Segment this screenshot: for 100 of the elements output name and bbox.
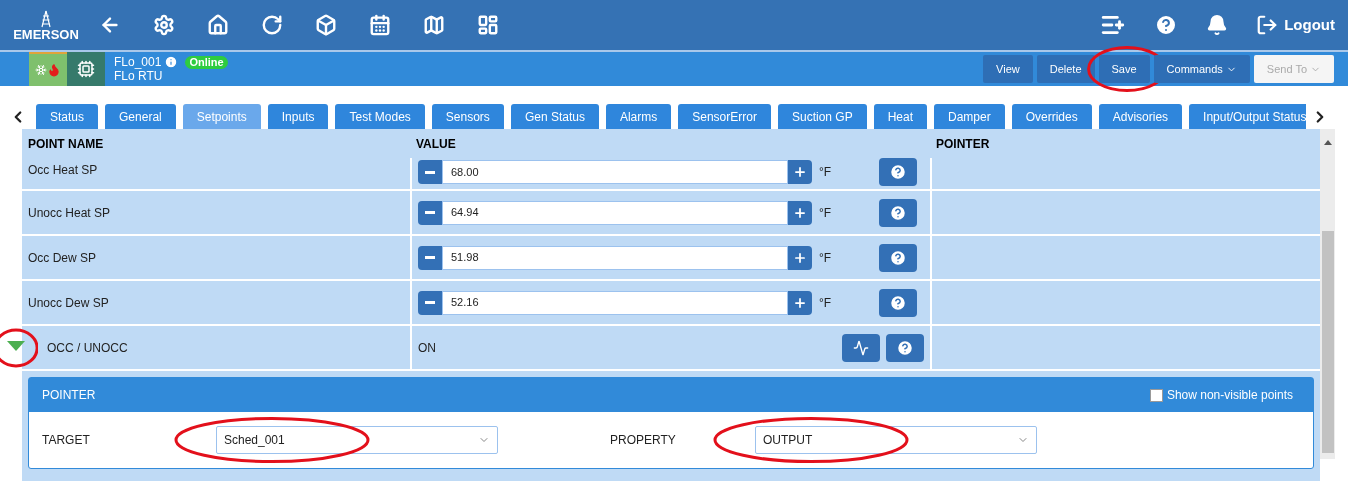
chip-icon (77, 60, 95, 78)
point-name: Unocc Dew SP (28, 294, 109, 312)
logo-mark-icon (39, 9, 53, 28)
cube-button[interactable] (314, 13, 338, 37)
increment-button[interactable] (788, 290, 812, 315)
tab[interactable]: Setpoints (182, 104, 261, 129)
minus-icon (425, 170, 435, 174)
help-button[interactable] (879, 288, 917, 317)
logout-icon (1256, 14, 1279, 36)
help-icon (889, 248, 907, 267)
logo: EMERSON (13, 27, 79, 41)
plus-icon (793, 165, 807, 179)
value-field[interactable]: 68.00 (442, 160, 788, 184)
plus-icon (793, 250, 807, 265)
minus-icon (425, 256, 435, 259)
help-button[interactable] (886, 333, 924, 362)
point-value: ON (418, 339, 436, 357)
device-name: FLo_001 (114, 55, 162, 69)
calendar-button[interactable] (368, 13, 392, 37)
settings-icon (153, 14, 175, 36)
minus-icon (425, 211, 435, 214)
refresh-icon (261, 14, 283, 36)
home-icon (207, 14, 229, 36)
point-name: Occ Dew SP (28, 249, 96, 267)
tab[interactable]: Status (36, 104, 99, 129)
action-button[interactable]: View (983, 55, 1033, 83)
tab[interactable]: Sensors (431, 104, 504, 129)
point-name: Occ Heat SP (28, 162, 98, 179)
device-type: FLo RTU (114, 69, 164, 83)
dashboard-icon (477, 14, 499, 36)
logout-button[interactable]: Logout (1256, 13, 1335, 37)
increment-button[interactable] (788, 200, 812, 225)
calendar-icon (369, 14, 391, 36)
help-button[interactable] (879, 243, 917, 272)
info-icon (164, 55, 179, 69)
scrollbar-thumb[interactable] (1321, 231, 1334, 453)
tab[interactable]: Input/Output Status (1189, 104, 1306, 129)
point-name: Unocc Heat SP (28, 204, 111, 222)
snowflake-icon (35, 64, 47, 76)
help-icon (889, 293, 907, 312)
decrement-button[interactable] (418, 200, 442, 225)
tab[interactable]: Advisories (1098, 104, 1183, 129)
map-button[interactable] (422, 13, 446, 37)
checkbox-label: Show non-visible points (1166, 387, 1293, 404)
select-field[interactable]: Sched_001 (216, 426, 498, 454)
tab[interactable]: Alarms (605, 104, 672, 129)
column-header: POINTER (935, 135, 990, 153)
help-icon (896, 338, 914, 357)
plus-icon (793, 295, 807, 310)
decrement-button[interactable] (418, 290, 442, 315)
decrement-button[interactable] (418, 160, 442, 184)
column-header: VALUE (415, 135, 457, 153)
tab[interactable]: Suction GP (777, 104, 867, 129)
dropdown-button[interactable]: Commands (1153, 55, 1250, 83)
column-header: POINT NAME (27, 135, 105, 153)
tab[interactable]: Gen Status (510, 104, 599, 129)
tab[interactable]: Overrides (1011, 104, 1092, 129)
field-label: TARGET (42, 432, 91, 449)
tab[interactable]: SensorError (678, 104, 771, 129)
help-icon (889, 163, 907, 181)
notifications-button[interactable] (1206, 14, 1229, 36)
value-field[interactable]: 64.94 (442, 200, 788, 225)
dashboard-button[interactable] (476, 13, 500, 37)
pulse-icon (853, 339, 869, 356)
point-name: OCC / UNOCC (46, 339, 128, 357)
graph-button[interactable] (842, 333, 880, 362)
unit-label: °F (819, 294, 833, 312)
increment-button[interactable] (788, 160, 812, 184)
tab[interactable]: General (105, 104, 176, 129)
decrement-button[interactable] (418, 245, 442, 270)
bell-icon (1206, 14, 1229, 36)
increment-button[interactable] (788, 245, 812, 270)
cube-icon (315, 14, 337, 36)
expand-toggle[interactable] (6, 340, 26, 352)
map-icon (423, 14, 445, 36)
settings-button[interactable] (152, 13, 176, 37)
help-icon (889, 203, 907, 222)
tab[interactable]: Damper (934, 104, 1005, 129)
tab[interactable]: Heat (873, 104, 927, 129)
home-button[interactable] (206, 13, 230, 37)
status-badge: Online (185, 55, 228, 69)
refresh-button[interactable] (260, 13, 284, 37)
tab[interactable]: Test Modes (335, 104, 425, 129)
minus-icon (425, 301, 435, 304)
tab[interactable]: Inputs (267, 104, 329, 129)
panel-title: POINTER (42, 387, 96, 404)
plus-icon (793, 205, 807, 220)
unit-label: °F (819, 204, 833, 222)
unit-label: °F (819, 249, 833, 267)
checkbox[interactable] (1149, 388, 1163, 402)
flame-icon (47, 63, 61, 77)
select-field[interactable]: OUTPUT (755, 426, 1037, 454)
action-button[interactable]: Save (1098, 55, 1150, 83)
value-field[interactable]: 51.98 (442, 245, 788, 270)
action-button[interactable]: Delete (1036, 55, 1095, 83)
field-label: PROPERTY (610, 432, 677, 449)
triangle-icon (6, 340, 26, 352)
value-field[interactable]: 52.16 (442, 290, 788, 315)
help-button[interactable] (879, 198, 917, 227)
help-button[interactable] (879, 158, 917, 186)
